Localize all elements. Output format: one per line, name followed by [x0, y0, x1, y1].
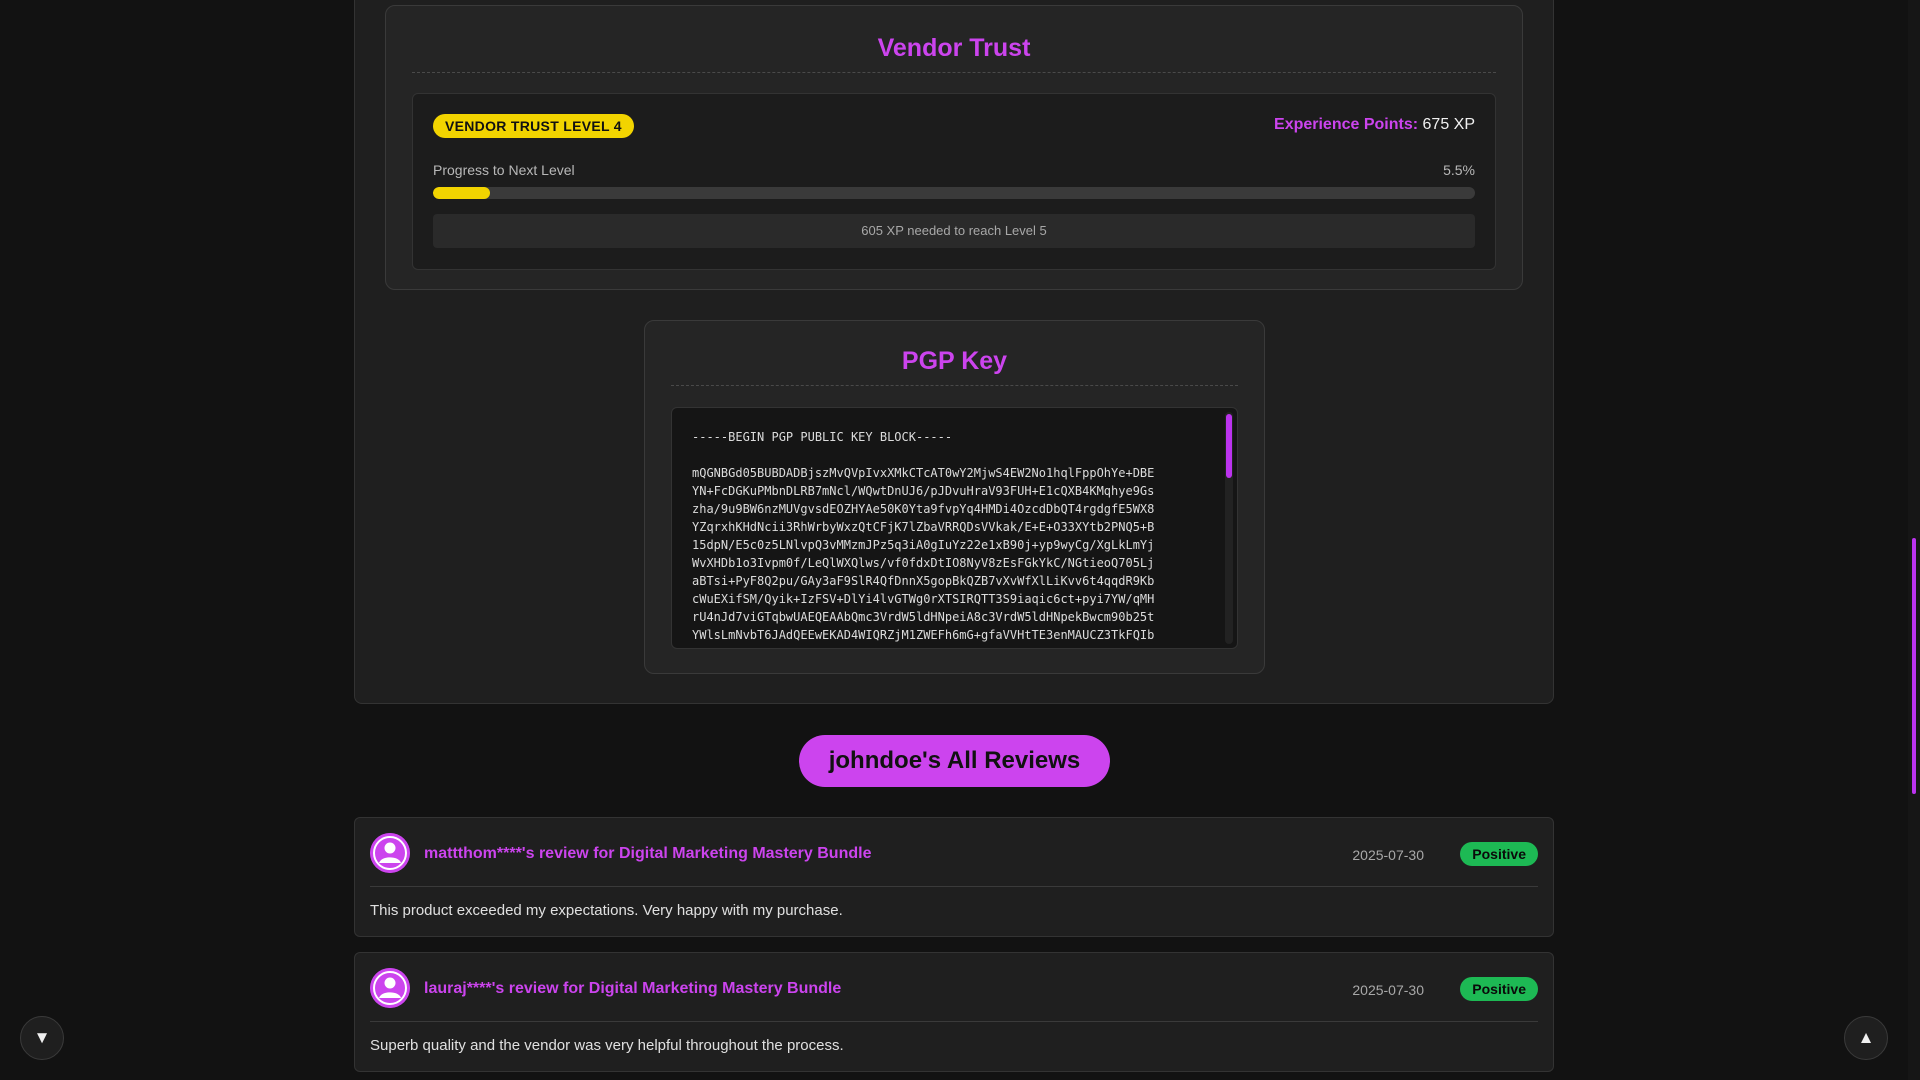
vendor-trust-title: Vendor Trust [877, 34, 1031, 62]
pgp-scrollbar-thumb[interactable] [1226, 414, 1232, 478]
review-sentiment-badge: Positive [1460, 842, 1538, 866]
page: Vendor Trust VENDOR TRUST LEVEL 4 Experi… [0, 0, 1920, 1080]
xp-needed-note: 605 XP needed to reach Level 5 [433, 214, 1475, 248]
user-avatar-icon [370, 833, 410, 873]
trust-level-badge: VENDOR TRUST LEVEL 4 [433, 114, 634, 138]
chevron-down-icon: ▼ [33, 1028, 51, 1047]
review-divider [370, 1021, 1538, 1022]
review-card: mattthom****'s review for Digital Market… [354, 817, 1554, 937]
progress-label: Progress to Next Level [433, 162, 575, 178]
xp-value: 675 XP [1422, 116, 1475, 133]
pgp-key-textbox[interactable]: -----BEGIN PGP PUBLIC KEY BLOCK----- mQG… [671, 407, 1238, 649]
all-reviews-button[interactable]: johndoe's All Reviews [799, 735, 1110, 787]
review-title-link[interactable]: mattthom****'s review for Digital Market… [424, 845, 871, 863]
chevron-up-icon: ▲ [1857, 1028, 1875, 1047]
progress-bar [433, 187, 1475, 199]
title-divider [412, 72, 1496, 73]
page-scrollbar[interactable] [1908, 0, 1920, 1080]
title-divider [671, 385, 1238, 386]
pgp-key-title: PGP Key [901, 347, 1008, 375]
review-title-link[interactable]: lauraj****'s review for Digital Marketin… [424, 980, 841, 998]
review-card: lauraj****'s review for Digital Marketin… [354, 952, 1554, 1072]
review-date: 2025-07-30 [1352, 982, 1424, 998]
review-divider [370, 886, 1538, 887]
page-scrollbar-thumb[interactable] [1912, 538, 1916, 794]
xp-label: Experience Points: [1274, 116, 1419, 133]
pgp-key-card: PGP Key -----BEGIN PGP PUBLIC KEY BLOCK-… [644, 320, 1265, 674]
review-sentiment-badge: Positive [1460, 977, 1538, 1001]
review-text: This product exceeded my expectations. V… [370, 902, 843, 919]
progress-percent: 5.5% [1443, 162, 1475, 178]
trust-level-box: VENDOR TRUST LEVEL 4 Experience Points: … [412, 93, 1496, 270]
scroll-to-top-button[interactable]: ▲ [1844, 1016, 1888, 1060]
review-date: 2025-07-30 [1352, 847, 1424, 863]
review-text: Superb quality and the vendor was very h… [370, 1037, 844, 1054]
experience-points: Experience Points: 675 XP [1274, 116, 1475, 134]
progress-bar-fill [433, 187, 491, 199]
scroll-down-button[interactable]: ▼ [20, 1016, 64, 1060]
pgp-scrollbar[interactable] [1225, 412, 1233, 644]
pgp-key-text[interactable]: -----BEGIN PGP PUBLIC KEY BLOCK----- mQG… [692, 428, 1212, 644]
user-avatar-icon [370, 968, 410, 1008]
vendor-trust-card: Vendor Trust VENDOR TRUST LEVEL 4 Experi… [385, 5, 1523, 290]
